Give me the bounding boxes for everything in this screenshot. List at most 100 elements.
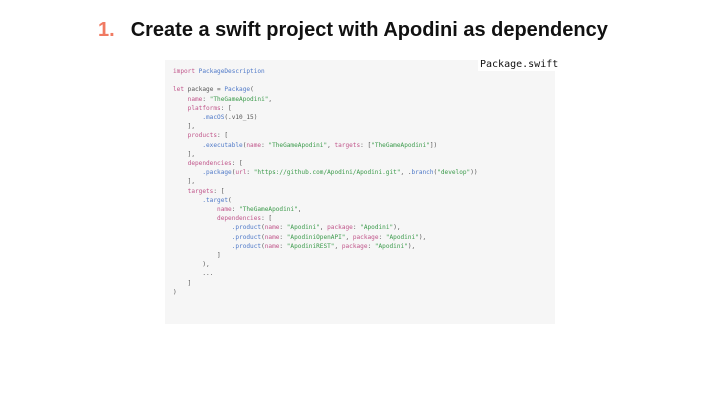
code-token: name [173,95,203,103]
code-token: "Apodini" [374,242,408,250]
code-token: .package [173,169,232,177]
code-line: ], [173,177,478,186]
slide-step-number: 1. [98,19,115,41]
code-line: ), [173,260,478,269]
code-token: : [279,242,287,250]
code-token: : [ [217,132,229,140]
code-token: ], [173,123,196,131]
code-token: ) [173,288,177,296]
code-token: package [327,224,353,232]
code-token: : [ [261,215,273,223]
code-token: targets [334,141,361,149]
code-token: ] [173,279,192,287]
code-token: let [173,86,185,94]
code-token: "TheGameApodini" [371,141,430,149]
code-token: url [235,169,247,177]
code-token: .product [173,224,262,232]
code-token: "TheGameApodini" [239,206,298,214]
code-line: products: [ [173,131,478,140]
code-token: : [ [360,141,372,149]
code-token: "Apodini" [385,233,419,241]
code-line: platforms: [ [173,104,478,113]
code-token: ] [173,252,221,260]
code-token: , [345,233,353,241]
code-token: ), [407,242,416,250]
code-token: : [246,169,254,177]
code-token: .target [173,196,229,204]
code-token: import [173,68,196,75]
code-token: ], [173,178,196,186]
code-token: ( [250,86,254,94]
code-token: , [334,242,342,250]
code-token: .product [173,242,262,250]
code-token: targets [173,187,214,195]
code-token: .product [173,233,262,241]
code-line: import PackageDescription [173,67,478,76]
code-token: : [202,95,210,103]
code-token: "https://github.com/Apodini/Apodini.git" [253,169,401,177]
code-token: )) [470,169,478,177]
code-line: .macOS(.v10_15) [173,113,478,122]
code-line: .target( [173,196,478,205]
code-token: ... [173,270,214,278]
code-token: : [ [213,187,225,195]
code-token: PackageDescription [195,68,265,75]
code-line: ) [173,288,478,297]
code-line: dependencies: [ [173,214,478,223]
code-token: name [264,224,280,232]
code-token: .executable [173,141,243,149]
code-token: ], [173,150,196,158]
code-token: name [264,233,280,241]
code-token: branch [411,169,434,177]
code-token: "develop" [437,169,471,177]
code-token: "Apodini" [286,224,320,232]
code-token: package = [184,86,225,94]
code-line: ... [173,269,478,278]
code-line: let package = Package( [173,85,478,94]
code-token: "TheGameApodini" [268,141,328,149]
code-line: dependencies: [ [173,159,478,168]
code-token: "Apodini" [360,224,394,232]
code-token: Package [224,86,251,94]
code-token: : [367,242,375,250]
code-token: package [341,242,368,250]
code-token: package [352,233,379,241]
code-line: .product(name: "ApodiniREST", package: "… [173,242,478,251]
code-token: , . [400,169,412,177]
code-line: targets: [ [173,187,478,196]
code-block: import PackageDescription let package = … [173,67,478,297]
code-line: .executable(name: "TheGameApodini", targ… [173,141,478,150]
code-token: name [264,242,280,250]
code-token: , [297,206,302,214]
slide-title-text: Create a swift project with Apodini as d… [130,19,608,41]
code-token: .macOS [173,114,225,122]
code-token: "ApodiniREST" [286,242,335,250]
code-line: ], [173,150,478,159]
code-token: name [246,141,262,149]
code-token: : [279,233,287,241]
code-line: .package(url: "https://github.com/Apodin… [173,168,478,177]
slide-title: 1. Create a swift project with Apodini as… [98,19,608,42]
code-token: : [279,224,287,232]
code-token: "TheGameApodini" [209,95,269,103]
code-token: : [231,206,240,214]
code-token: : [378,233,386,241]
code-token: (.v10_15) [224,114,258,122]
code-token: , [268,95,273,103]
code-line: name: "TheGameApodini", [173,205,478,214]
code-token: ]) [429,141,438,149]
code-token: name [173,206,232,214]
code-token: ), [418,233,427,241]
code-line: .product(name: "Apodini", package: "Apod… [173,223,478,232]
code-line: ], [173,122,478,131]
code-token: : [ [220,104,232,112]
code-token: dependencies [173,215,262,223]
code-token: products [173,132,218,140]
code-line: ] [173,251,478,260]
code-token: platforms [173,104,221,112]
code-line: .product(name: "ApodiniOpenAPI", package… [173,233,478,242]
code-token: ), [393,224,401,232]
code-line: name: "TheGameApodini", [173,95,478,104]
code-token: "ApodiniOpenAPI" [286,233,346,241]
code-line: ] [173,279,478,288]
